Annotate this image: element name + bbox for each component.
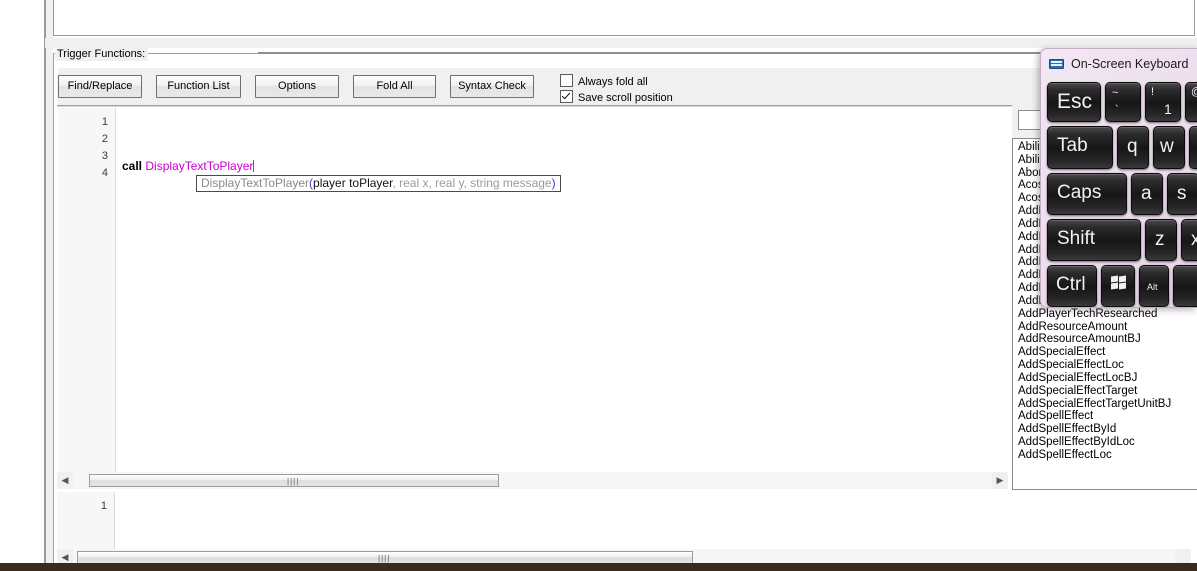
save-scroll-position-checkbox-row[interactable]: Save scroll position <box>560 90 673 105</box>
key-z[interactable]: z <box>1145 219 1177 261</box>
left-margin <box>0 0 45 564</box>
key-a[interactable]: a <box>1131 173 1163 215</box>
left-divider <box>44 0 46 564</box>
bottom-edge-strip-left <box>0 563 45 571</box>
code-editor[interactable]: 1 2 3 4 call DisplayTextToPlayer Display… <box>57 108 1008 472</box>
key-e[interactable]: e <box>1189 126 1197 169</box>
left-filler <box>46 0 53 564</box>
function-list-item[interactable]: AddSpecialEffectLocBJ <box>1013 372 1197 385</box>
syntax-check-button[interactable]: Syntax Check <box>450 75 534 98</box>
line-number: 4 <box>101 167 108 179</box>
code-text-area[interactable]: call DisplayTextToPlayer DisplayTextToPl… <box>117 108 1008 472</box>
scrollbar-track[interactable]: |||| <box>73 472 992 489</box>
function-list-item[interactable]: AddSpecialEffectLoc <box>1013 359 1197 372</box>
function-list-item[interactable]: AddPlayerTechResearched <box>1013 308 1197 321</box>
key-shift[interactable]: Shift <box>1047 219 1141 261</box>
key-s-label: s <box>1177 183 1187 204</box>
line-number: 3 <box>101 150 108 162</box>
key-windows[interactable] <box>1101 265 1135 307</box>
key-s[interactable]: s <box>1167 173 1197 215</box>
function-list-item[interactable]: AddSpecialEffectTargetUnitBJ <box>1013 398 1197 411</box>
key-x-label: x <box>1191 230 1197 250</box>
scroll-left-arrow-icon[interactable]: ◀ <box>58 473 72 488</box>
key-1[interactable]: ! 1 <box>1145 82 1181 122</box>
application-window: Trigger Functions: Find/Replace Function… <box>0 0 1197 571</box>
line-number: 1 <box>101 116 108 128</box>
key-2[interactable]: @ 2 <box>1185 82 1197 122</box>
groupbox-label: Trigger Functions: <box>55 47 149 61</box>
calltip-active-parameter: player toPlayer <box>313 176 393 190</box>
function-list-item[interactable]: AddResourceAmountBJ <box>1013 333 1197 346</box>
key-alt[interactable]: Alt <box>1139 265 1169 307</box>
key-space[interactable] <box>1173 265 1197 307</box>
line-number-gutter: 1 2 3 4 <box>58 108 116 472</box>
key-tab-label: Tab <box>1057 135 1088 156</box>
panel-background <box>45 38 1197 48</box>
upper-pane-content <box>54 0 1194 35</box>
save-scroll-position-label: Save scroll position <box>578 92 673 104</box>
function-list-item[interactable]: AddSpellEffectLoc <box>1013 449 1197 462</box>
key-shift-label: Shift <box>1057 228 1096 249</box>
key-tab[interactable]: Tab <box>1047 126 1113 169</box>
key-alt-label: Alt <box>1147 282 1158 292</box>
key-at-label: @ <box>1191 86 1197 98</box>
scrollbar-grip-icon: |||| <box>287 477 300 486</box>
key-x[interactable]: x <box>1181 219 1197 261</box>
key-z-label: z <box>1155 229 1165 250</box>
key-w[interactable]: w <box>1153 126 1185 169</box>
function-name-token: DisplayTextToPlayer <box>145 159 254 173</box>
key-esc-label: Esc <box>1057 90 1093 113</box>
bottom-edge-strip <box>0 563 1197 571</box>
function-list-item[interactable]: AddSpellEffectById <box>1013 423 1197 436</box>
key-caps-label: Caps <box>1057 182 1102 203</box>
line-number: 1 <box>100 500 107 512</box>
text-caret <box>253 160 255 172</box>
function-list-item[interactable]: AddSpellEffectByIdLoc <box>1013 436 1197 449</box>
osk-title-text: On-Screen Keyboard <box>1071 57 1189 71</box>
key-tilde-label: ~ <box>1112 87 1119 99</box>
fold-all-button[interactable]: Fold All <box>353 75 436 98</box>
line-number: 2 <box>101 133 108 145</box>
key-ctrl-label: Ctrl <box>1056 274 1086 295</box>
groupbox-left-border <box>53 53 56 563</box>
key-backtick-label: ` <box>1115 104 1119 116</box>
key-a-label: a <box>1141 183 1152 204</box>
on-screen-keyboard-window[interactable]: On-Screen Keyboard Esc ~ ` ! 1 @ 2 # Tab… <box>1040 48 1197 308</box>
function-list-item[interactable]: AddSpecialEffectTarget <box>1013 385 1197 398</box>
key-w-label: w <box>1160 136 1174 157</box>
keyword-call: call <box>122 159 143 173</box>
key-q-label: q <box>1127 136 1138 157</box>
editor-horizontal-scrollbar[interactable]: ◀ |||| ▶ <box>57 472 1008 489</box>
key-caps-lock[interactable]: Caps <box>1047 173 1127 215</box>
key-ctrl[interactable]: Ctrl <box>1047 265 1097 307</box>
calltip-remaining-parameters: , real x, real y, string message <box>392 176 552 190</box>
options-button[interactable]: Options <box>255 75 339 98</box>
always-fold-all-checkbox-row[interactable]: Always fold all <box>560 74 648 89</box>
calltip-function-name: DisplayTextToPlayer <box>201 176 310 190</box>
key-1-label: 1 <box>1164 101 1172 117</box>
key-backtick[interactable]: ~ ` <box>1105 82 1141 122</box>
always-fold-all-label: Always fold all <box>578 76 648 88</box>
calltip-tooltip: DisplayTextToPlayer(player toPlayer, rea… <box>196 175 561 192</box>
function-list-item[interactable]: AddSpecialEffect <box>1013 346 1197 359</box>
scrollbar-grip-icon: |||| <box>378 554 391 563</box>
key-q[interactable]: q <box>1117 126 1149 169</box>
save-scroll-position-checkbox[interactable] <box>560 90 573 103</box>
secondary-line-number-gutter: 1 <box>57 492 115 549</box>
calltip-close-paren: ) <box>551 176 556 190</box>
function-list-button[interactable]: Function List <box>156 75 241 98</box>
scrollbar-thumb[interactable]: |||| <box>89 474 499 487</box>
function-list-item[interactable]: AddResourceAmount <box>1013 321 1197 334</box>
find-replace-button[interactable]: Find/Replace <box>58 75 142 98</box>
upper-pane <box>53 0 1195 36</box>
scroll-right-arrow-icon[interactable]: ▶ <box>993 473 1007 488</box>
key-esc[interactable]: Esc <box>1047 82 1101 122</box>
function-list-item[interactable]: AddSpellEffect <box>1013 410 1197 423</box>
always-fold-all-checkbox[interactable] <box>560 74 573 87</box>
on-screen-keyboard-title: On-Screen Keyboard <box>1049 57 1188 72</box>
code-line-4: call DisplayTextToPlayer <box>122 159 255 173</box>
key-exclamation-label: ! <box>1151 86 1155 98</box>
secondary-code-editor[interactable]: 1 <box>57 492 1191 549</box>
windows-logo-icon <box>1111 275 1127 290</box>
